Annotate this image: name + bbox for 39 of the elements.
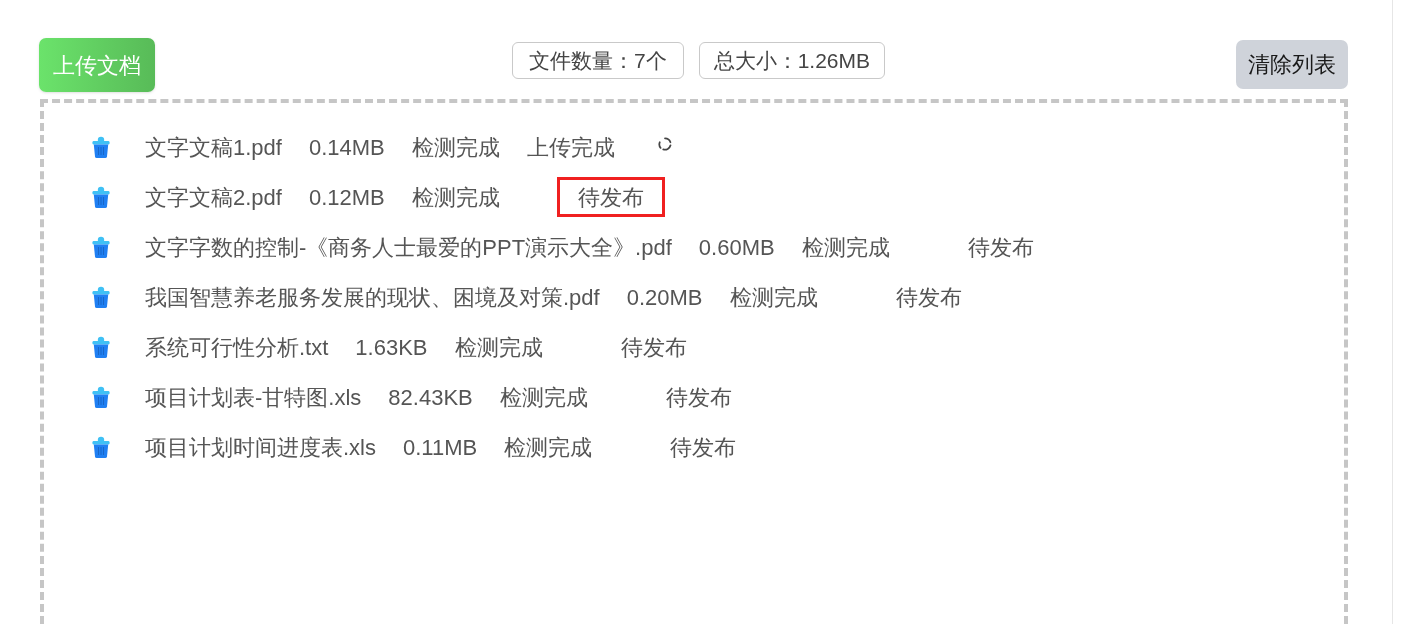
file-name: 项目计划时间进度表.xls <box>145 433 376 462</box>
trash-icon[interactable] <box>92 386 110 408</box>
publish-status: 待发布 <box>556 177 665 217</box>
publish-status: 待发布 <box>966 233 1035 262</box>
file-size: 1.63KB <box>355 333 428 362</box>
file-name: 文字文稿1.pdf <box>145 133 282 162</box>
file-name: 文字文稿2.pdf <box>145 183 282 212</box>
publish-status: 待发布 <box>669 433 738 462</box>
file-size: 0.12MB <box>308 183 385 212</box>
file-size: 82.43KB <box>388 383 473 412</box>
check-status: 检测完成 <box>499 383 588 412</box>
total-size-label: 总大小：1.26MB <box>698 42 886 79</box>
file-name: 系统可行性分析.txt <box>145 333 329 362</box>
clear-button[interactable]: 清除列表 <box>1236 40 1348 89</box>
file-name: 项目计划表-甘特图.xls <box>145 383 362 412</box>
file-name: 我国智慧养老服务发展的现状、困境及对策.pdf <box>145 283 600 312</box>
file-size: 0.60MB <box>698 233 775 262</box>
trash-icon[interactable] <box>92 436 110 458</box>
file-count-label: 文件数量：7个 <box>511 42 684 79</box>
publish-status: 待发布 <box>894 283 963 312</box>
trash-icon[interactable] <box>92 186 110 208</box>
trash-icon[interactable] <box>92 136 110 158</box>
file-size: 0.14MB <box>308 133 385 162</box>
file-name: 文字字数的控制-《商务人士最爱的PPT演示大全》.pdf <box>145 233 672 262</box>
loading-spinner-icon <box>657 137 672 151</box>
check-status: 检测完成 <box>411 183 500 212</box>
trash-icon[interactable] <box>92 336 110 358</box>
file-size: 0.11MB <box>403 433 478 462</box>
trash-icon[interactable] <box>92 286 110 308</box>
check-status: 检测完成 <box>801 233 890 262</box>
upload-status: 上传完成 <box>525 133 616 162</box>
check-status: 检测完成 <box>729 283 818 312</box>
check-status: 检测完成 <box>411 133 500 162</box>
trash-icon[interactable] <box>92 236 110 258</box>
check-status: 检测完成 <box>504 433 593 462</box>
check-status: 检测完成 <box>454 333 543 362</box>
publish-status: 待发布 <box>664 383 733 412</box>
file-size: 0.20MB <box>626 283 703 312</box>
publish-status: 待发布 <box>619 333 688 362</box>
